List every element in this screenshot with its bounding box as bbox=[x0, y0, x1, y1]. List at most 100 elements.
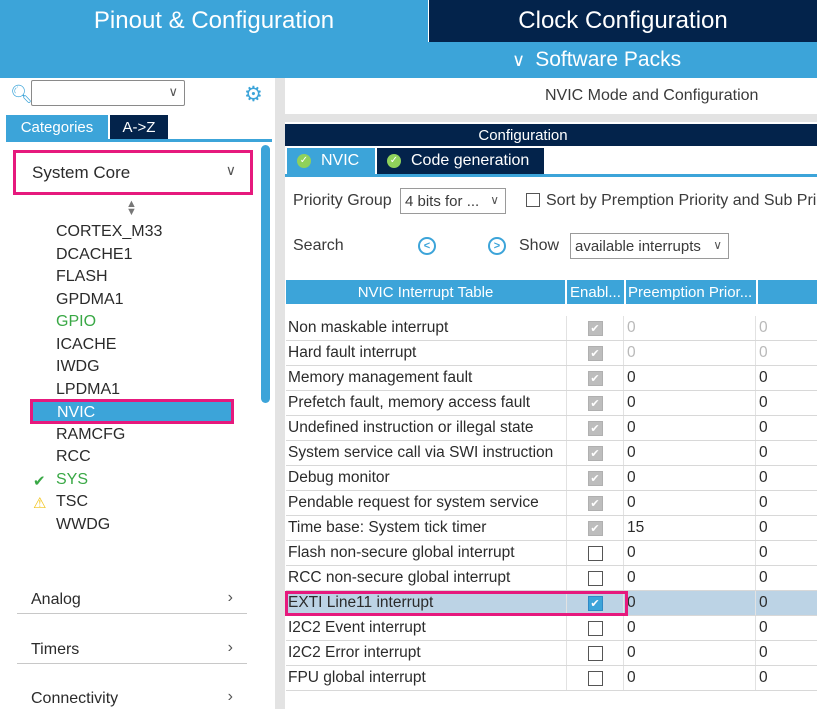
preemption-priority-cell[interactable]: 0 bbox=[624, 416, 756, 440]
peripheral-item-ramcfg[interactable]: RAMCFG bbox=[56, 426, 125, 444]
column-header-sub-priority[interactable] bbox=[758, 280, 817, 304]
check-circle-icon: ✓ bbox=[387, 154, 401, 168]
search-previous-icon[interactable]: < bbox=[418, 237, 436, 255]
peripheral-item-gpdma1[interactable]: GPDMA1 bbox=[56, 291, 124, 309]
peripheral-item-iwdg[interactable]: IWDG bbox=[56, 358, 100, 376]
interrupt-name: FPU global interrupt bbox=[288, 669, 426, 686]
column-header-enabled[interactable]: Enabl... bbox=[567, 280, 624, 304]
show-select[interactable]: available interrupts ∨ bbox=[570, 233, 729, 259]
tab-clock-configuration[interactable]: Clock Configuration bbox=[429, 0, 817, 42]
preemption-priority-cell[interactable]: 0 bbox=[624, 591, 756, 615]
enabled-checkbox: ✔ bbox=[587, 470, 603, 486]
sort-by-priority-label[interactable]: Sort by Premption Priority and Sub Prior… bbox=[546, 192, 817, 210]
table-row[interactable]: Prefetch fault, memory access fault ✔ 0 0 bbox=[286, 391, 817, 416]
preemption-priority-cell[interactable]: 0 bbox=[624, 616, 756, 640]
peripheral-item-dcache1[interactable]: DCACHE1 bbox=[56, 246, 132, 264]
tab-code-generation[interactable]: ✓ Code generation bbox=[377, 148, 544, 174]
table-row[interactable]: I2C2 Event interrupt 0 0 bbox=[286, 616, 817, 641]
sub-priority-cell[interactable]: 0 bbox=[756, 641, 817, 665]
chevron-down-icon: ∨ bbox=[713, 238, 722, 252]
sub-priority-cell[interactable]: 0 bbox=[756, 366, 817, 390]
peripheral-item-nvic[interactable]: NVIC bbox=[30, 399, 234, 424]
category-system-core[interactable]: System Core ∨ bbox=[13, 150, 253, 195]
sub-priority-cell[interactable]: 0 bbox=[756, 566, 817, 590]
table-row[interactable]: RCC non-secure global interrupt 0 0 bbox=[286, 566, 817, 591]
table-row[interactable]: FPU global interrupt 0 0 bbox=[286, 666, 817, 691]
sub-priority-cell[interactable]: 0 bbox=[756, 391, 817, 415]
table-row[interactable]: Pendable request for system service ✔ 0 0 bbox=[286, 491, 817, 516]
category-analog[interactable]: Analog › bbox=[17, 572, 247, 614]
tab-a-to-z[interactable]: A->Z bbox=[110, 115, 168, 139]
chevron-right-icon: › bbox=[227, 639, 233, 656]
preemption-priority-cell[interactable]: 0 bbox=[624, 666, 756, 690]
sort-by-priority-checkbox[interactable] bbox=[526, 193, 540, 207]
peripheral-item-cortex-m33[interactable]: CORTEX_M33 bbox=[56, 223, 162, 241]
peripheral-item-flash[interactable]: FLASH bbox=[56, 268, 108, 286]
peripheral-item-sys[interactable]: SYS bbox=[56, 471, 88, 489]
preemption-priority-cell[interactable]: 15 bbox=[624, 516, 756, 540]
sub-priority-cell[interactable]: 0 bbox=[756, 416, 817, 440]
sub-priority-cell[interactable]: 0 bbox=[756, 666, 817, 690]
enabled-checkbox: ✔ bbox=[587, 395, 603, 411]
sub-priority-cell[interactable]: 0 bbox=[756, 616, 817, 640]
table-row[interactable]: System service call via SWI instruction ✔… bbox=[286, 441, 817, 466]
sub-priority-cell[interactable]: 0 bbox=[756, 591, 817, 615]
search-icon[interactable]: 🔍︎ bbox=[10, 84, 33, 105]
preemption-priority-cell[interactable]: 0 bbox=[624, 491, 756, 515]
tab-nvic[interactable]: ✓ NVIC bbox=[287, 148, 375, 174]
table-row[interactable]: Time base: System tick timer ✔ 15 0 bbox=[286, 516, 817, 541]
tab-categories[interactable]: Categories bbox=[6, 115, 108, 139]
column-header-name[interactable]: NVIC Interrupt Table bbox=[286, 280, 565, 304]
column-header-preemption[interactable]: Preemption Prior... bbox=[626, 280, 756, 304]
enabled-checkbox[interactable] bbox=[587, 670, 603, 686]
tab-underline bbox=[285, 174, 817, 177]
preemption-priority-cell[interactable]: 0 bbox=[624, 641, 756, 665]
preemption-priority-cell[interactable]: 0 bbox=[624, 366, 756, 390]
enabled-checkbox[interactable] bbox=[587, 645, 603, 661]
chevron-down-icon[interactable]: ∨ bbox=[168, 84, 178, 100]
sub-priority-cell[interactable]: 0 bbox=[756, 491, 817, 515]
table-row[interactable]: Hard fault interrupt ✔ 0 0 bbox=[286, 341, 817, 366]
peripheral-item-tsc[interactable]: TSC bbox=[56, 493, 88, 511]
category-timers[interactable]: Timers › bbox=[17, 622, 247, 664]
table-row[interactable]: Memory management fault ✔ 0 0 bbox=[286, 366, 817, 391]
scrollbar[interactable] bbox=[261, 145, 270, 403]
software-packs-menu[interactable]: ∨ Software Packs bbox=[512, 42, 681, 78]
interrupt-name: Prefetch fault, memory access fault bbox=[288, 394, 531, 411]
search-next-icon[interactable]: > bbox=[488, 237, 506, 255]
chevron-right-icon: › bbox=[227, 589, 233, 606]
sub-priority-cell[interactable]: 0 bbox=[756, 466, 817, 490]
tab-pinout-configuration[interactable]: Pinout & Configuration bbox=[0, 0, 428, 42]
enabled-checkbox[interactable] bbox=[587, 620, 603, 636]
preemption-priority-cell[interactable]: 0 bbox=[624, 466, 756, 490]
search-input[interactable]: ∨ bbox=[31, 80, 185, 106]
category-connectivity[interactable]: Connectivity › bbox=[17, 671, 247, 709]
preemption-priority-cell[interactable]: 0 bbox=[624, 566, 756, 590]
show-value: available interrupts bbox=[575, 237, 701, 255]
sub-priority-cell: 0 bbox=[759, 319, 768, 336]
peripheral-item-gpio[interactable]: GPIO bbox=[56, 313, 96, 331]
preemption-priority-cell[interactable]: 0 bbox=[624, 441, 756, 465]
sub-priority-cell[interactable]: 0 bbox=[756, 516, 817, 540]
gear-icon[interactable]: ⚙ bbox=[244, 82, 263, 107]
table-row[interactable]: Flash non-secure global interrupt 0 0 bbox=[286, 541, 817, 566]
peripheral-item-icache[interactable]: ICACHE bbox=[56, 336, 116, 354]
peripheral-item-lpdma1[interactable]: LPDMA1 bbox=[56, 381, 120, 399]
table-row[interactable]: Undefined instruction or illegal state ✔ 0… bbox=[286, 416, 817, 441]
sort-icon[interactable]: ▲ ▼ bbox=[126, 199, 137, 218]
table-row[interactable]: Non maskable interrupt ✔ 0 0 bbox=[286, 316, 817, 341]
panel-divider[interactable] bbox=[275, 78, 285, 709]
preemption-priority-cell[interactable]: 0 bbox=[624, 391, 756, 415]
enabled-cell: ✔ bbox=[566, 316, 624, 340]
panel-separator[interactable] bbox=[285, 114, 817, 122]
sub-priority-cell[interactable]: 0 bbox=[756, 541, 817, 565]
priority-group-select[interactable]: 4 bits for ... ∨ bbox=[400, 188, 506, 214]
peripheral-item-rcc[interactable]: RCC bbox=[56, 448, 91, 466]
preemption-priority-cell[interactable]: 0 bbox=[624, 541, 756, 565]
table-row[interactable]: Debug monitor ✔ 0 0 bbox=[286, 466, 817, 491]
peripheral-item-wwdg[interactable]: WWDG bbox=[56, 516, 110, 534]
sub-priority-cell[interactable]: 0 bbox=[756, 441, 817, 465]
enabled-checkbox[interactable] bbox=[587, 545, 603, 561]
enabled-checkbox[interactable] bbox=[587, 570, 603, 586]
table-row[interactable]: I2C2 Error interrupt 0 0 bbox=[286, 641, 817, 666]
